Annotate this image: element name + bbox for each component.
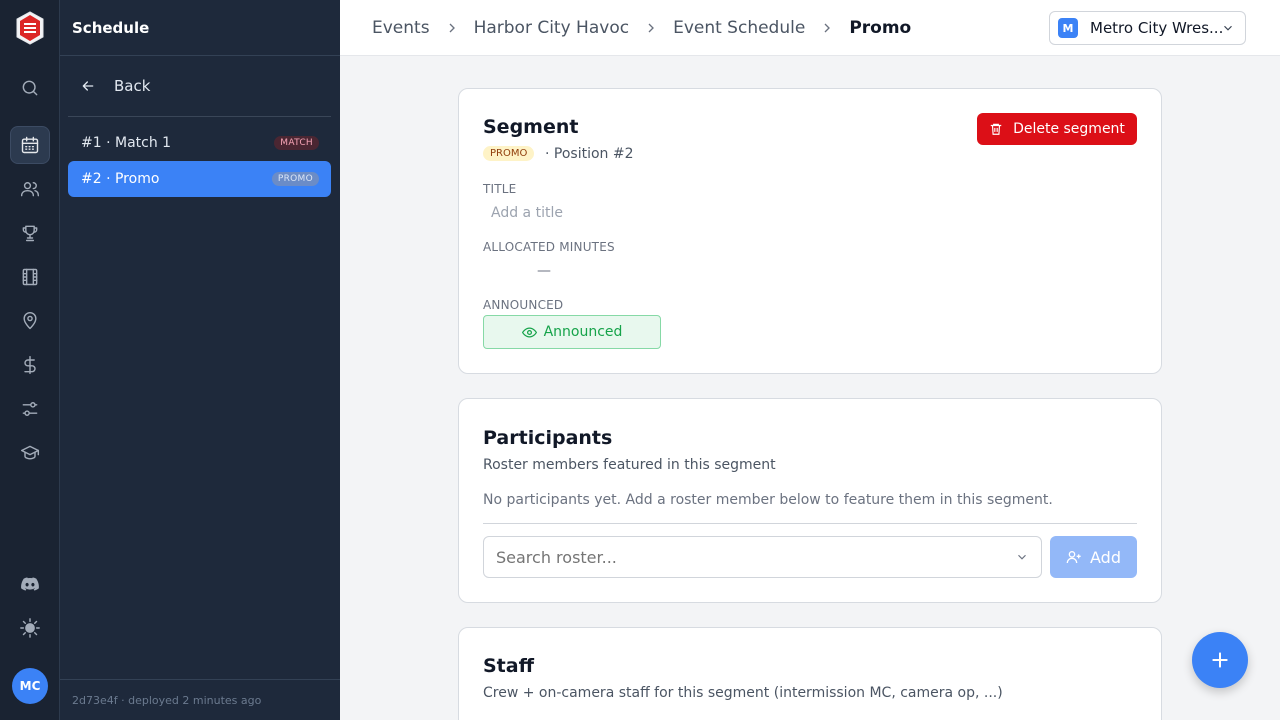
staff-heading: Staff xyxy=(483,655,534,677)
participants-card: Participants Roster members featured in … xyxy=(458,398,1162,603)
chevron-right-icon xyxy=(449,23,455,32)
delete-segment-button[interactable]: Delete segment xyxy=(977,113,1137,145)
minutes-label: ALLOCATED MINUTES xyxy=(483,240,615,254)
org-switcher[interactable]: M Metro City Wres... xyxy=(1049,11,1246,45)
discord-icon xyxy=(21,577,39,591)
sidebar-header: Schedule xyxy=(60,0,340,56)
rail-training[interactable] xyxy=(10,434,50,472)
segment-item-promo[interactable]: #2 · Promo PROMO xyxy=(68,161,331,197)
plus-icon xyxy=(1212,652,1228,668)
add-participant-label: Add xyxy=(1090,547,1121,567)
calendar-icon xyxy=(21,136,39,154)
segment-item-label: #2 · Promo xyxy=(81,171,160,187)
announced-toggle[interactable]: Announced xyxy=(483,315,661,349)
roster-search-input[interactable] xyxy=(483,536,1042,578)
users-icon xyxy=(20,182,40,197)
title-label: TITLE xyxy=(483,182,517,196)
trash-icon xyxy=(990,123,1002,135)
org-initial: M xyxy=(1058,18,1078,38)
user-avatar[interactable]: MC xyxy=(12,668,48,704)
segment-position: · Position #2 xyxy=(545,146,634,162)
segment-heading: Segment xyxy=(483,116,579,138)
film-icon xyxy=(22,268,38,286)
breadcrumb-current: Promo xyxy=(849,17,912,38)
participants-subtitle: Roster members featured in this segment xyxy=(483,457,776,473)
chevron-down-icon[interactable] xyxy=(1015,550,1029,564)
graduation-cap-icon xyxy=(20,445,40,460)
segment-type-badge: PROMO xyxy=(483,146,535,161)
breadcrumb: Events Harbor City Havoc Event Schedule … xyxy=(340,18,911,38)
rail-finance[interactable] xyxy=(10,346,50,384)
rail-search[interactable] xyxy=(10,69,50,107)
sliders-icon xyxy=(22,402,38,416)
delete-segment-label: Delete segment xyxy=(1013,121,1125,137)
chevron-down-icon xyxy=(1224,25,1232,31)
rail-schedule[interactable] xyxy=(10,126,50,164)
announced-toggle-label: Announced xyxy=(543,324,623,340)
staff-subtitle: Crew + on-camera staff for this segment … xyxy=(483,685,1003,701)
rail-discord[interactable] xyxy=(10,565,50,603)
commit-hash: 2d73e4f xyxy=(72,693,118,707)
segment-card: Segment Delete segment PROMO · Position … xyxy=(458,88,1162,374)
rail-settings[interactable] xyxy=(10,390,50,428)
participants-heading: Participants xyxy=(483,427,613,449)
map-pin-icon xyxy=(23,311,37,330)
sun-icon xyxy=(20,618,40,638)
sidebar-divider xyxy=(68,116,331,117)
rail-venues[interactable] xyxy=(10,302,50,340)
segment-type-badge: PROMO xyxy=(271,172,319,186)
participants-divider xyxy=(483,523,1137,524)
add-segment-fab[interactable] xyxy=(1192,632,1248,688)
eye-icon xyxy=(521,326,537,338)
segment-type-badge: MATCH xyxy=(274,136,319,150)
rail-roster[interactable] xyxy=(10,170,50,208)
breadcrumb-events[interactable]: Events xyxy=(372,18,430,38)
back-button[interactable]: Back xyxy=(68,68,331,104)
rail-theme[interactable] xyxy=(10,609,50,647)
chevron-right-icon xyxy=(648,23,655,32)
search-icon xyxy=(22,80,38,96)
minutes-input[interactable]: — xyxy=(537,263,551,279)
trophy-icon xyxy=(22,225,38,242)
app-logo-icon[interactable] xyxy=(16,11,44,45)
participants-empty: No participants yet. Add a roster member… xyxy=(483,492,1053,508)
back-label: Back xyxy=(114,77,151,95)
deploy-time: · deployed 2 minutes ago xyxy=(121,693,262,707)
schedule-sidebar: Schedule Back #1 · Match 1 MATCH #2 · Pr… xyxy=(60,0,340,720)
deploy-info: 2d73e4f · deployed 2 minutes ago xyxy=(60,679,340,720)
icon-rail: MC xyxy=(0,0,60,720)
user-plus-icon xyxy=(1066,551,1081,564)
announced-label: ANNOUNCED xyxy=(483,298,564,312)
org-name: Metro City Wres... xyxy=(1090,19,1224,37)
sidebar-title: Schedule xyxy=(72,18,150,37)
add-participant-button[interactable]: Add xyxy=(1050,536,1137,578)
segment-item-label: #1 · Match 1 xyxy=(81,135,172,151)
top-bar: Events Harbor City Havoc Event Schedule … xyxy=(340,0,1280,56)
breadcrumb-event[interactable]: Harbor City Havoc xyxy=(474,18,630,38)
breadcrumb-schedule[interactable]: Event Schedule xyxy=(673,18,805,38)
title-input[interactable]: Add a title xyxy=(491,205,563,221)
rail-titles[interactable] xyxy=(10,214,50,252)
segment-item-match[interactable]: #1 · Match 1 MATCH xyxy=(68,125,331,161)
chevron-right-icon xyxy=(824,23,831,32)
rail-media[interactable] xyxy=(10,258,50,296)
arrow-left-icon xyxy=(82,81,94,91)
staff-card: Staff Crew + on-camera staff for this se… xyxy=(458,627,1162,720)
dollar-icon xyxy=(24,355,36,375)
